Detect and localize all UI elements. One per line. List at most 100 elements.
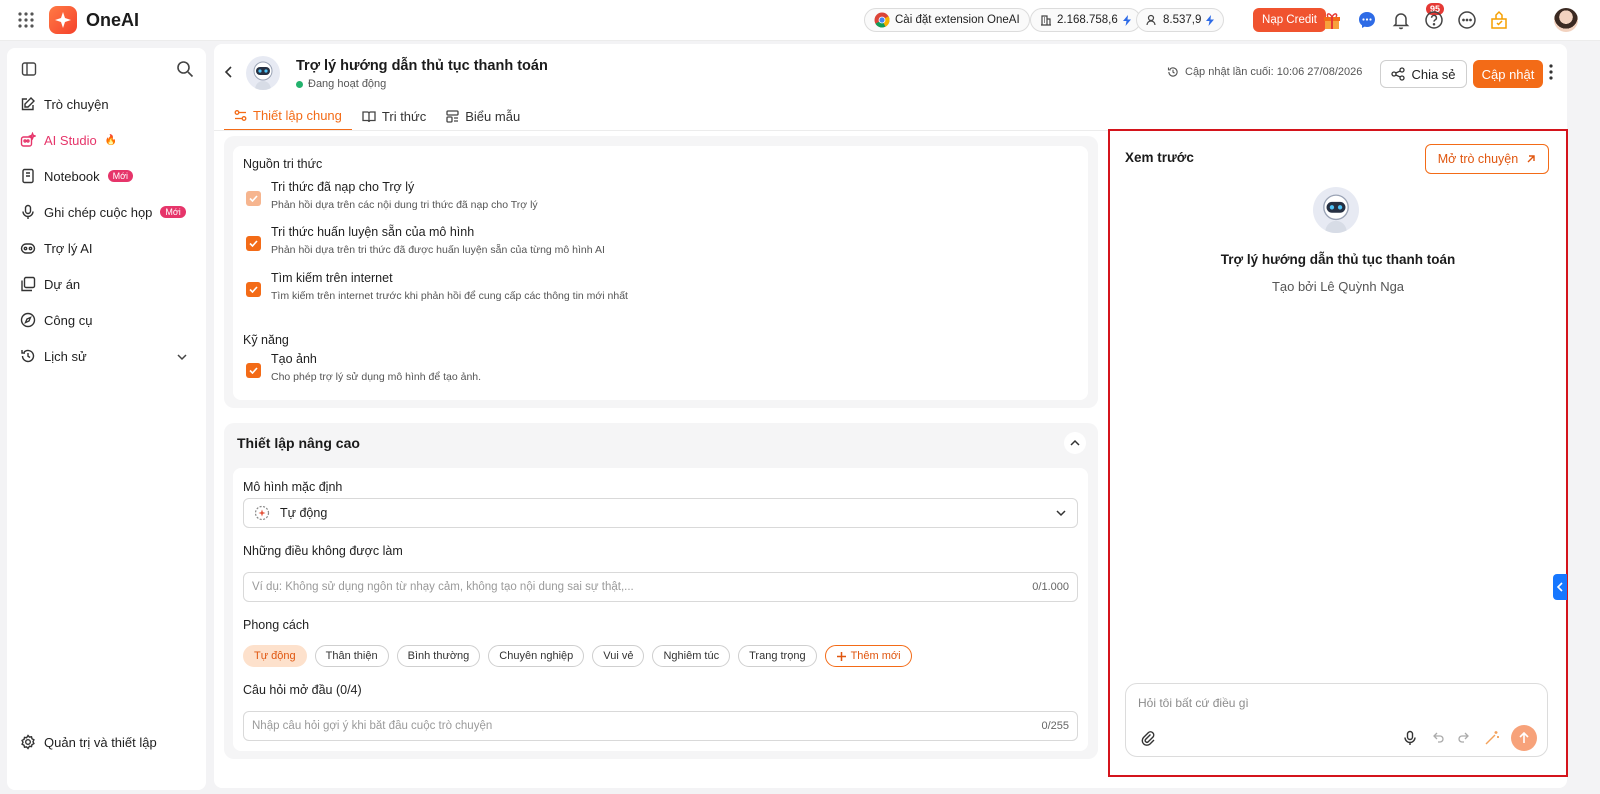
collapse-preview-tab[interactable] xyxy=(1553,574,1567,600)
checkbox-checked[interactable] xyxy=(246,363,261,378)
sidebar-item-ai-assistant[interactable]: Trợ lý AI xyxy=(20,234,200,262)
paperclip-icon[interactable] xyxy=(1140,730,1156,746)
opening-questions-label: Câu hỏi mở đầu (0/4) xyxy=(243,683,362,697)
more-circle-icon[interactable] xyxy=(1457,10,1477,30)
template-icon xyxy=(446,109,459,123)
reward-icon[interactable] xyxy=(1489,10,1509,30)
tab-divider xyxy=(214,130,1108,131)
sidebar-toggle-icon[interactable] xyxy=(21,61,37,77)
style-chip-formal[interactable]: Trang trọng xyxy=(738,645,817,667)
chrome-icon xyxy=(874,12,890,28)
mic-icon[interactable] xyxy=(1402,730,1418,746)
style-chip-serious[interactable]: Nghiêm túc xyxy=(652,645,731,667)
update-button[interactable]: Cập nhật xyxy=(1473,60,1543,88)
style-chips: Tự động Thân thiện Bình thường Chuyên ng… xyxy=(243,645,912,667)
top-bar: OneAI Cài đặt extension OneAI 2.168.758,… xyxy=(0,0,1600,41)
default-model-select[interactable]: Tự động xyxy=(243,498,1078,528)
status-dot xyxy=(296,80,303,88)
checkbox-checked[interactable] xyxy=(246,236,261,251)
last-updated: Cập nhật lần cuối: 10:06 27/08/2026 xyxy=(1167,66,1362,78)
checkbox-checked[interactable] xyxy=(246,282,261,297)
donts-input[interactable] xyxy=(252,581,1033,593)
back-icon[interactable] xyxy=(223,65,235,79)
arrow-up-right-icon xyxy=(1526,154,1536,164)
option-image-generation[interactable]: Tạo ảnh Cho phép trợ lý sử dụng mô hình đ… xyxy=(246,352,481,383)
option-loaded-knowledge[interactable]: Tri thức đã nạp cho Trợ lý Phản hồi dựa t… xyxy=(246,180,538,211)
chevron-down-icon xyxy=(1055,507,1067,519)
sidebar-item-tools[interactable]: Công cụ xyxy=(20,306,200,334)
send-button[interactable] xyxy=(1511,725,1537,751)
notebook-icon xyxy=(20,168,36,184)
auto-model-icon xyxy=(254,505,270,521)
tab-general-settings[interactable]: Thiết lập chung xyxy=(224,101,352,131)
chat-input[interactable] xyxy=(1138,696,1528,710)
style-label: Phong cách xyxy=(243,618,310,632)
style-chip-cheerful[interactable]: Vui vẻ xyxy=(592,645,645,667)
chevron-up-icon[interactable] xyxy=(1064,432,1086,454)
user-avatar[interactable] xyxy=(1554,8,1578,32)
share-button[interactable]: Chia sẻ xyxy=(1380,60,1467,88)
style-chip-normal[interactable]: Bình thường xyxy=(396,645,481,667)
bell-icon[interactable] xyxy=(1391,10,1411,30)
opening-question-counter: 0/255 xyxy=(1041,720,1069,732)
tab-forms[interactable]: Biểu mẫu xyxy=(436,101,530,131)
undo-icon[interactable] xyxy=(1432,730,1448,746)
settings-scroll-area[interactable]: Nguồn tri thức Tri thức đã nạp cho Trợ l… xyxy=(224,136,1098,788)
style-chip-auto[interactable]: Tự động xyxy=(243,645,307,667)
search-icon[interactable] xyxy=(176,60,194,78)
gift-icon[interactable] xyxy=(1322,10,1342,30)
user-icon xyxy=(1146,14,1158,26)
settings-icon xyxy=(20,734,36,750)
sidebar-item-history[interactable]: Lịch sử xyxy=(20,342,200,370)
advanced-settings-title: Thiết lập nâng cao xyxy=(237,435,360,451)
assistant-status: Đang hoạt động xyxy=(296,78,386,90)
more-vertical-icon[interactable] xyxy=(1549,64,1553,80)
chevron-left-icon xyxy=(1556,582,1564,592)
donts-field[interactable]: 0/1.000 xyxy=(243,572,1078,602)
chevron-down-icon[interactable] xyxy=(176,351,188,363)
plus-icon xyxy=(836,651,847,662)
sidebar-item-projects[interactable]: Dự án xyxy=(20,270,200,298)
tab-knowledge[interactable]: Tri thức xyxy=(352,101,436,131)
help-icon[interactable] xyxy=(1424,10,1444,30)
option-pretrained-knowledge[interactable]: Tri thức huấn luyện sẵn của mô hình Phản … xyxy=(246,225,605,256)
sidebar-item-chat[interactable]: Trò chuyện xyxy=(20,90,200,118)
oneai-logo-icon[interactable] xyxy=(49,6,77,34)
bot-icon xyxy=(20,240,36,256)
install-extension-button[interactable]: Cài đặt extension OneAI xyxy=(864,8,1030,32)
messenger-icon[interactable] xyxy=(1357,10,1377,30)
apps-grid-icon[interactable] xyxy=(17,11,35,29)
preview-created-by: Tạo bởi Lê Quỳnh Nga xyxy=(1271,279,1405,294)
personal-balance[interactable]: 8.537,9 xyxy=(1136,8,1225,32)
default-model-label: Mô hình mặc định xyxy=(243,480,343,494)
history-icon xyxy=(20,348,36,364)
preview-title: Xem trước xyxy=(1125,150,1194,165)
project-icon xyxy=(20,276,36,292)
lightning-icon xyxy=(1206,14,1215,26)
sidebar-item-notebook[interactable]: Notebook Mới xyxy=(20,162,200,190)
credit-balance[interactable]: 2.168.758,6 xyxy=(1030,8,1141,32)
opening-question-input[interactable] xyxy=(252,720,1042,732)
skills-section-label: Kỹ năng xyxy=(243,333,289,347)
redo-icon[interactable] xyxy=(1456,730,1472,746)
add-style-button[interactable]: Thêm mới xyxy=(824,645,912,667)
preview-panel: Xem trước Mở trò chuyện Trợ lý hướng dẫn… xyxy=(1108,129,1568,777)
sidebar: Trò chuyện AI Studio 🔥 Notebook Mới Ghi … xyxy=(7,48,206,790)
sidebar-item-meeting-notes[interactable]: Ghi chép cuộc họp Mới xyxy=(20,198,200,226)
tab-bar: Thiết lập chung Tri thức Biểu mẫu xyxy=(224,101,530,131)
style-chip-professional[interactable]: Chuyên nghiệp xyxy=(488,645,585,667)
advanced-settings-card: Thiết lập nâng cao Mô hình mặc định Tự đ… xyxy=(224,423,1098,759)
sidebar-item-admin-settings[interactable]: Quản trị và thiết lập xyxy=(20,728,200,756)
opening-question-field[interactable]: 0/255 xyxy=(243,711,1078,741)
building-icon xyxy=(1040,14,1052,26)
sidebar-item-ai-studio[interactable]: AI Studio 🔥 xyxy=(20,126,200,154)
topup-credit-button[interactable]: Nạp Credit xyxy=(1253,8,1326,32)
chat-edit-icon xyxy=(20,96,36,112)
magic-wand-icon[interactable] xyxy=(1484,730,1500,746)
checkbox-checked[interactable] xyxy=(246,191,261,206)
style-chip-friendly[interactable]: Thân thiện xyxy=(314,645,389,667)
new-badge: Mới xyxy=(107,170,134,182)
preview-assistant-avatar xyxy=(1313,187,1359,233)
open-chat-button[interactable]: Mở trò chuyện xyxy=(1425,144,1549,174)
option-internet-search[interactable]: Tìm kiếm trên internet Tìm kiếm trên inte… xyxy=(246,271,628,302)
